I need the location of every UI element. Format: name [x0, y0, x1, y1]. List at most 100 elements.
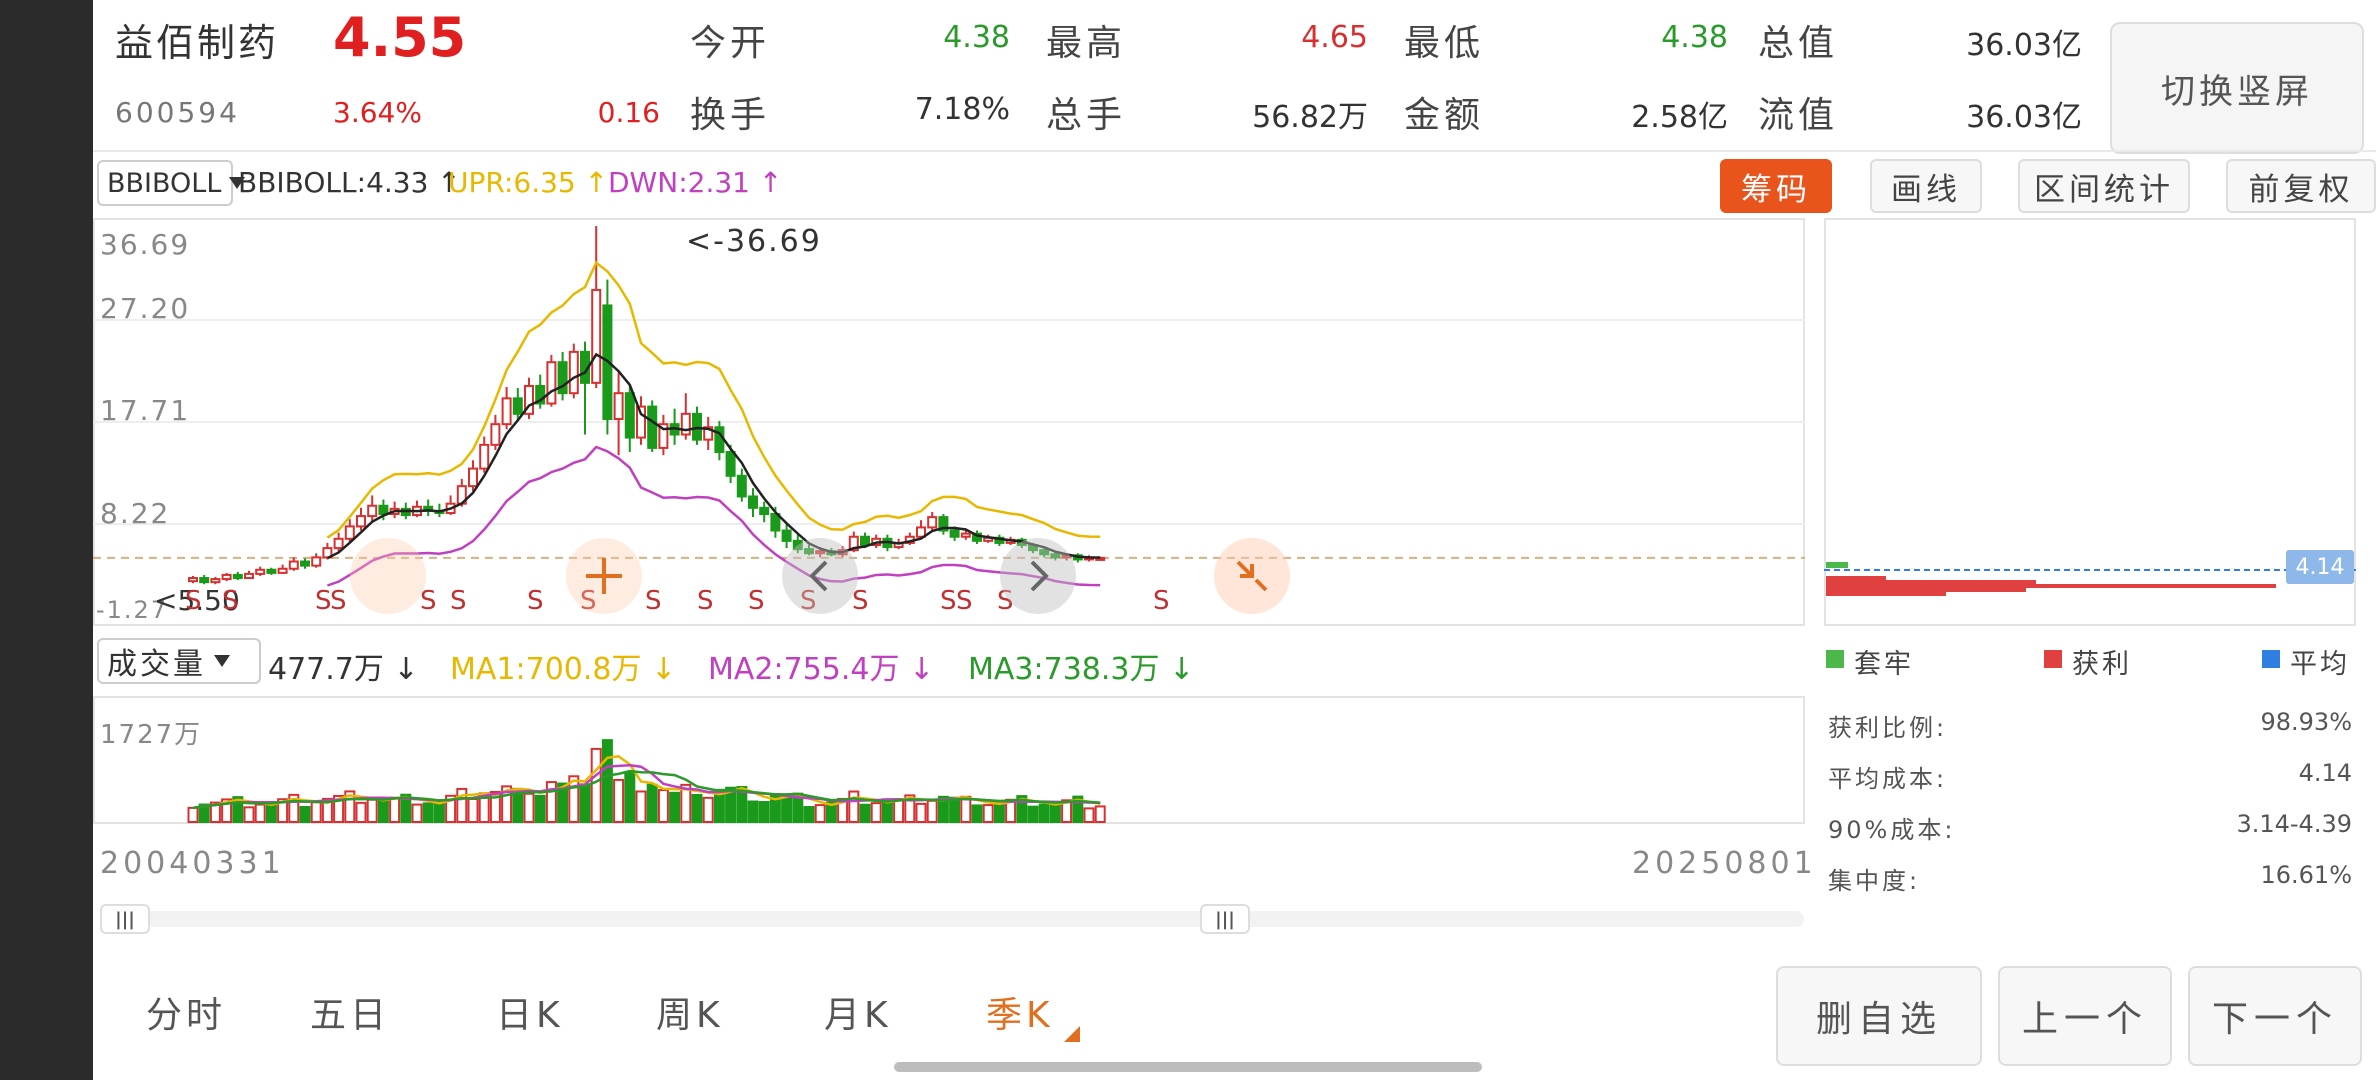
candle-body [759, 506, 770, 516]
candle-body [266, 568, 277, 574]
signal-marker-s: S [697, 586, 714, 616]
end-date: 20250801 [1632, 846, 1817, 881]
adjust-button[interactable]: 前复权 [2226, 159, 2376, 213]
signal-marker-s: S [645, 586, 662, 616]
quote-label: 总值 [1758, 23, 1839, 64]
candle-body [512, 397, 523, 415]
candle-body [232, 573, 243, 580]
candle-body [333, 537, 344, 550]
quote-label: 最低 [1404, 23, 1485, 64]
tab-period[interactable]: 分时 [146, 986, 226, 1038]
volume-bar [702, 796, 714, 824]
range-handle-right[interactable]: ||| [1200, 904, 1250, 934]
tab-period[interactable]: 五日 [310, 986, 390, 1038]
scroll-right-button[interactable] [1000, 538, 1076, 614]
chevron-right-icon [1030, 560, 1049, 592]
bbiboll-value: BBIBOLL:4.33 ↑ [238, 166, 461, 199]
chip-distribution-chart [1824, 562, 2356, 596]
zoom-out-button[interactable] [350, 538, 426, 614]
volume-bar [243, 806, 255, 824]
crosshair-icon [586, 558, 622, 594]
stock-price: 4.55 [333, 6, 467, 69]
candle-body [479, 443, 490, 470]
header-divider [93, 150, 2376, 152]
volume-ma2: MA2:755.4万 ↓ [708, 652, 935, 687]
volume-bar [601, 739, 613, 823]
chip-profit-bar [1826, 588, 2026, 592]
draw-line-button[interactable]: 画线 [1870, 159, 1982, 213]
candle-body [288, 560, 299, 570]
remove-watchlist-button[interactable]: 删自选 [1776, 966, 1982, 1066]
change-percent: 3.64% [333, 96, 422, 129]
legend-label: 平均 [2290, 649, 2350, 680]
volume-ma1: MA1:700.8万 ↓ [450, 652, 677, 687]
volume-bar [534, 794, 546, 823]
volume-bar [960, 795, 972, 823]
volume-bar [411, 803, 423, 824]
quote-value: 4.38 [1661, 20, 1728, 55]
volume-bar [926, 799, 938, 823]
volume-selector[interactable]: 成交量 [97, 638, 261, 684]
volume-bar [523, 792, 535, 823]
volume-chart[interactable] [93, 696, 1805, 824]
quote-value: 4.65 [1301, 20, 1368, 55]
collapse-arrows-icon [1236, 560, 1268, 592]
stock-name: 益佰制药 [115, 21, 280, 65]
tab-period[interactable]: 日K [496, 986, 564, 1038]
chip-profit-bar [1826, 580, 2036, 584]
crosshair-button[interactable] [566, 538, 642, 614]
range-stats-button[interactable]: 区间统计 [2018, 159, 2190, 213]
tab-period[interactable]: 周K [656, 986, 724, 1038]
range-handle-left[interactable]: ||| [100, 904, 150, 934]
indicator-selector[interactable]: BBIBOLL [97, 160, 246, 206]
volume-bar [389, 796, 401, 824]
signal-marker-s: S [940, 586, 957, 616]
volume-selector-label: 成交量 [107, 647, 206, 682]
volume-bar [657, 789, 669, 824]
tab-period[interactable]: 月K [824, 986, 892, 1038]
scroll-left-button[interactable] [782, 538, 858, 614]
price-axis-label: 8.22 [100, 497, 171, 530]
chip-profit-bar [1826, 584, 2276, 588]
peak-label: <-36.69 [686, 224, 822, 259]
chip-profit-bar [1826, 576, 1886, 580]
legend-label: 获利 [2072, 649, 2132, 680]
candle-body [356, 515, 366, 528]
range-slider-track[interactable] [100, 911, 1804, 927]
quote-label: 流值 [1758, 95, 1839, 136]
volume-bar [1083, 807, 1095, 824]
dwn-value: DWN:2.31 ↑ [608, 166, 783, 199]
volume-bar [893, 798, 905, 823]
candle-body [591, 288, 602, 384]
volume-bar [377, 797, 389, 823]
chip-price-tag: 4.14 [2286, 550, 2354, 584]
chip-stat-value: 4.14 [2298, 759, 2352, 787]
chip-profit-bar [1826, 592, 1946, 596]
chip-stat-label: 集中度: [1828, 867, 1921, 895]
candle-body [546, 361, 557, 405]
tab-period[interactable]: 季K [986, 986, 1054, 1038]
chip-button[interactable]: 筹码 [1720, 159, 1832, 213]
kline-chart[interactable] [93, 218, 1805, 626]
volume-bar [613, 778, 625, 824]
switch-portrait-button[interactable]: 切换竖屏 [2110, 22, 2364, 154]
previous-stock-button[interactable]: 上一个 [1998, 966, 2172, 1066]
chip-trapped-bar [1826, 562, 1848, 568]
collapse-button[interactable] [1214, 538, 1290, 614]
volume-bar [669, 791, 681, 824]
next-stock-button[interactable]: 下一个 [2188, 966, 2362, 1066]
quote-label: 总手 [1046, 95, 1127, 136]
chip-stat-value: 98.93% [2260, 708, 2352, 736]
signal-marker-s: S [330, 586, 347, 616]
quote-value: 7.18% [914, 92, 1010, 127]
dwn-line [326, 445, 1101, 587]
quote-label: 最高 [1046, 23, 1127, 64]
legend-label: 套牢 [1854, 649, 1914, 680]
volume-bar [1094, 805, 1106, 824]
signal-marker-s: S [748, 586, 765, 616]
candle-body [367, 504, 378, 518]
candle-body [277, 567, 288, 574]
signal-marker-s: S [185, 586, 202, 616]
volume-bar [758, 800, 770, 823]
candle-body [725, 451, 736, 477]
